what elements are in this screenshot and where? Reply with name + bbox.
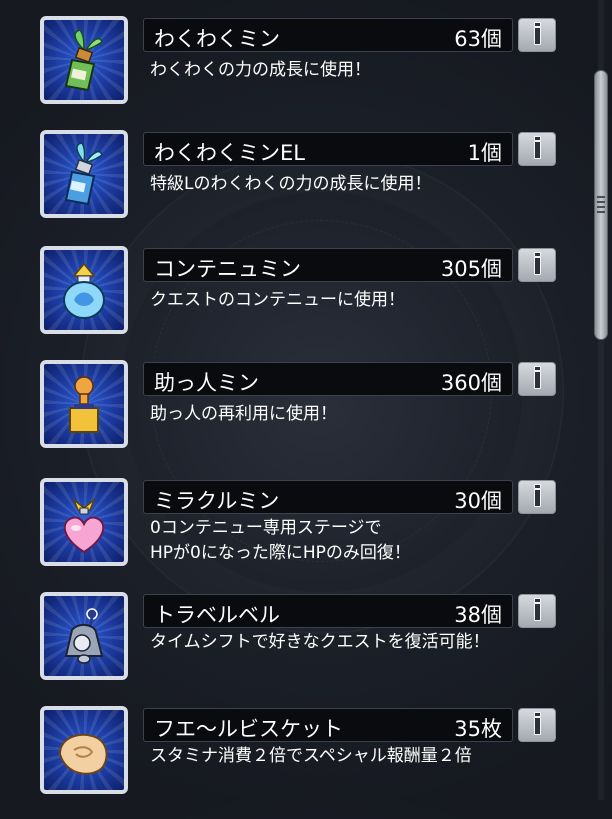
item-description: クエストのコンテニューに使用！ (150, 290, 405, 310)
info-button[interactable] (518, 362, 556, 396)
item-name: わくわくミンEL (154, 141, 305, 165)
item-description: タイムシフトで好きなクエストを復活可能！ (150, 632, 490, 652)
list-item[interactable]: フエ～ルビスケット 35枚 スタミナ消費２倍でスペシャル報酬量２倍 (0, 704, 590, 819)
item-list[interactable]: わくわくミン 63個 わくわくの力の成長に使用！ わくわくミンEL 1個 特級L… (0, 0, 590, 800)
travel-bell-icon (40, 592, 128, 680)
list-item[interactable]: わくわくミン 63個 わくわくの力の成長に使用！ (0, 14, 590, 129)
list-item[interactable]: 助っ人ミン 360個 助っ人の再利用に使用！ (0, 358, 590, 473)
info-button[interactable] (518, 708, 556, 742)
item-name: コンテニュミン (154, 257, 301, 281)
info-button[interactable] (518, 594, 556, 628)
list-item[interactable]: わくわくミンEL 1個 特級Lのわくわくの力の成長に使用！ (0, 128, 590, 243)
item-name: わくわくミン (154, 27, 280, 51)
item-count: 63個 (454, 27, 502, 51)
item-name-bar: トラベルベル 38個 (143, 594, 513, 628)
biscuit-icon (40, 706, 128, 794)
continue-potion-icon (40, 246, 128, 334)
item-name-bar: わくわくミンEL 1個 (143, 132, 513, 166)
item-count: 30個 (454, 489, 502, 513)
item-description: わくわくの力の成長に使用！ (150, 60, 371, 80)
item-description: 0コンテニュー専用ステージで HPが0になった際にHPのみ回復！ (150, 518, 411, 563)
info-button[interactable] (518, 480, 556, 514)
scrollbar-thumb[interactable] (594, 70, 608, 340)
list-item[interactable]: コンテニュミン 305個 クエストのコンテニューに使用！ (0, 244, 590, 359)
blue-el-bottle-icon (40, 130, 128, 218)
info-button[interactable] (518, 248, 556, 282)
info-button[interactable] (518, 18, 556, 52)
info-button[interactable] (518, 132, 556, 166)
item-count: 305個 (440, 257, 502, 281)
item-name: トラベルベル (154, 603, 280, 627)
item-description: スタミナ消費２倍でスペシャル報酬量２倍 (150, 746, 472, 766)
item-description: 特級Lのわくわくの力の成長に使用！ (150, 174, 432, 194)
item-name-bar: ミラクルミン 30個 (143, 480, 513, 514)
item-name-bar: わくわくミン 63個 (143, 18, 513, 52)
item-name: 助っ人ミン (154, 371, 259, 395)
item-description: 助っ人の再利用に使用！ (150, 404, 337, 424)
list-item[interactable]: ミラクルミン 30個 0コンテニュー専用ステージで HPが0になった際にHPのみ… (0, 476, 590, 591)
item-count: 35枚 (454, 717, 502, 741)
item-name: ミラクルミン (154, 489, 280, 513)
item-count: 38個 (454, 603, 502, 627)
item-count: 360個 (440, 371, 502, 395)
helper-bottle-icon (40, 360, 128, 448)
green-sprout-bottle-icon (40, 16, 128, 104)
item-count: 1個 (467, 141, 502, 165)
item-name-bar: 助っ人ミン 360個 (143, 362, 513, 396)
scroll-grip-icon (597, 196, 605, 216)
item-name-bar: コンテニュミン 305個 (143, 248, 513, 282)
list-item[interactable]: トラベルベル 38個 タイムシフトで好きなクエストを復活可能！ (0, 590, 590, 705)
item-name: フエ～ルビスケット (154, 717, 343, 741)
item-name-bar: フエ～ルビスケット 35枚 (143, 708, 513, 742)
heart-potion-icon (40, 478, 128, 566)
